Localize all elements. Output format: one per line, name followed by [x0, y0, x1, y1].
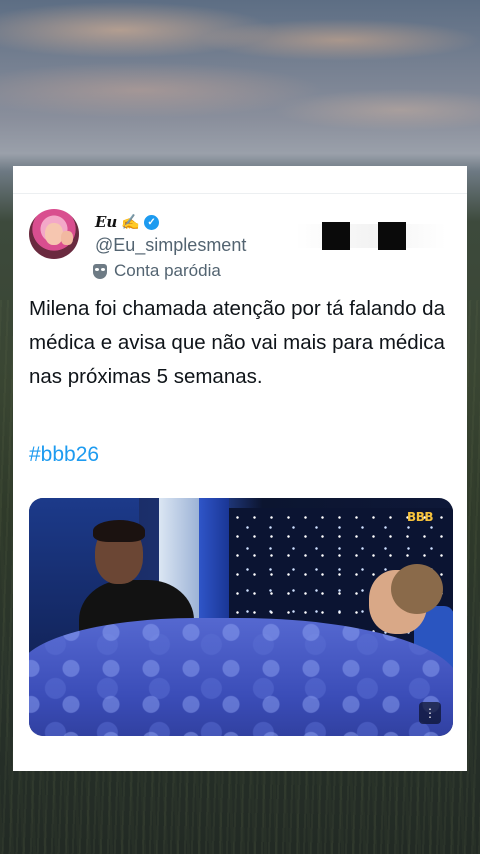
censor-block — [322, 222, 350, 250]
verified-badge-icon: ✓ — [144, 214, 160, 230]
parody-label: Conta paródia — [114, 261, 221, 280]
parody-label-row: Conta paródia — [93, 261, 221, 281]
person-right-hair — [391, 564, 443, 614]
post-text: Milena foi chamada atenção por tá faland… — [29, 297, 445, 388]
post-media-image[interactable]: BBB ⋮ — [29, 498, 453, 736]
theater-mask-icon — [93, 263, 107, 279]
avatar-hand — [61, 231, 73, 245]
person-left-hair — [93, 520, 145, 542]
divider — [13, 193, 467, 194]
writing-hand-icon: ✍ — [121, 213, 141, 231]
censor-block — [378, 222, 406, 250]
avatar[interactable] — [29, 209, 79, 259]
display-name[interactable]: Eu — [95, 213, 117, 231]
post-card[interactable]: Eu ✍ ✓ @Eu_simplesment Conta paródia Mil… — [13, 166, 467, 771]
hashtag-link[interactable]: #bbb26 — [29, 443, 99, 467]
bbb-logo: BBB — [407, 510, 433, 524]
censor-blur — [296, 224, 446, 248]
more-options-icon[interactable]: ⋮ — [419, 702, 441, 724]
scene-blanket — [29, 618, 453, 736]
author-name-row[interactable]: Eu ✍ ✓ — [95, 212, 160, 232]
author-handle[interactable]: @Eu_simplesment — [95, 235, 246, 256]
